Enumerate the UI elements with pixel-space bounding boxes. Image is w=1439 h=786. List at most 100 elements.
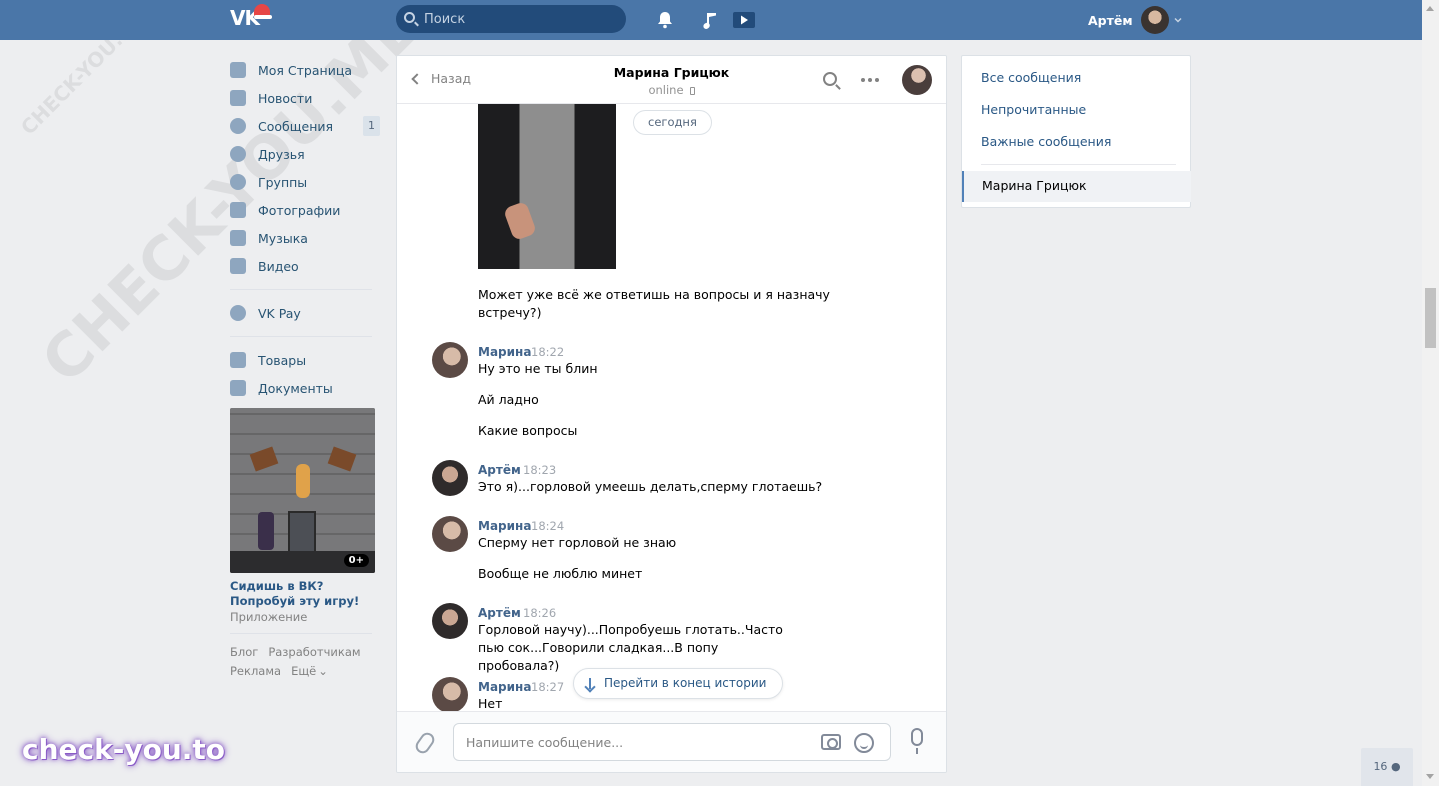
- ad-image-hero: [258, 512, 274, 550]
- search-input[interactable]: [424, 10, 614, 28]
- home-icon: [230, 62, 246, 78]
- more-options-icon[interactable]: [861, 78, 879, 82]
- peer-status: online: [397, 83, 946, 97]
- sidebar-item-label: Новости: [258, 90, 313, 106]
- music-note-icon[interactable]: [699, 9, 721, 31]
- footer-more-link[interactable]: Ещё: [291, 664, 316, 678]
- sidebar-item-label: Сообщения: [258, 118, 334, 134]
- active-conversation-label: Марина Грицюк: [982, 178, 1087, 193]
- age-rating-badge: 0+: [343, 554, 369, 567]
- search-box[interactable]: [396, 5, 626, 33]
- message-text: Ну это не ты блин: [478, 361, 598, 376]
- message-text: Горловой научу)...Попробуешь глотать..Ча…: [478, 622, 783, 673]
- message-author[interactable]: Артём: [478, 463, 521, 477]
- film-icon: [230, 258, 246, 274]
- message-text: Какие вопросы: [478, 423, 578, 438]
- divider: [230, 336, 372, 337]
- sidebar-item-label: VK Pay: [258, 305, 301, 321]
- message-input[interactable]: [466, 733, 806, 751]
- bell-icon[interactable]: [654, 9, 676, 31]
- sidebar-item-documents[interactable]: Документы: [230, 374, 380, 402]
- scroll-to-end-button[interactable]: Перейти в конец истории: [573, 668, 784, 699]
- sidebar-item-groups[interactable]: Группы: [230, 168, 380, 196]
- message-input-box[interactable]: [453, 723, 891, 761]
- message-author[interactable]: Марина: [478, 519, 531, 533]
- sidebar-item-label: Видео: [258, 258, 299, 274]
- filter-important[interactable]: Важные сообщения: [981, 134, 1111, 149]
- footer-links: Блог Разработчикам Реклама Ещё ⌄: [230, 643, 380, 681]
- messages-filter-menu: Все сообщения Непрочитанные Важные сообщ…: [961, 55, 1191, 208]
- chat-header: Назад Марина Грицюк online: [397, 56, 946, 104]
- camera-icon[interactable]: [821, 734, 841, 750]
- message-history[interactable]: сегодня Может уже всё же ответишь на воп…: [397, 104, 946, 712]
- music-icon: [230, 230, 246, 246]
- active-conversation-item[interactable]: Марина Грицюк: [962, 171, 1191, 202]
- sidebar-item-vkpay[interactable]: VK Pay: [230, 299, 380, 327]
- date-separator: сегодня: [633, 110, 712, 135]
- message-author[interactable]: Артём: [478, 606, 521, 620]
- message-time: 18:27: [531, 680, 565, 694]
- avatar[interactable]: [432, 603, 468, 639]
- scroll-up-icon[interactable]: [1426, 6, 1434, 11]
- camera-icon: [230, 202, 246, 218]
- message-text: Может уже всё же ответишь на вопросы и я…: [478, 287, 830, 320]
- ad-game-image[interactable]: 0+: [230, 408, 375, 573]
- sidebar-item-label: Музыка: [258, 230, 308, 246]
- user-menu[interactable]: Артём: [1088, 4, 1183, 36]
- footer-blog-link[interactable]: Блог: [230, 645, 258, 659]
- divider: [230, 633, 372, 634]
- scroll-down-icon[interactable]: [1426, 774, 1434, 779]
- peer-avatar[interactable]: [902, 65, 932, 95]
- message-text: Ай ладно: [478, 392, 539, 407]
- ad-image-barrel: [288, 511, 316, 553]
- bag-icon: [230, 352, 246, 368]
- emoji-icon[interactable]: [854, 733, 874, 753]
- sidebar-item-friends[interactable]: Друзья: [230, 140, 380, 168]
- avatar[interactable]: [432, 516, 468, 552]
- friends-online-counter[interactable]: 16 ●: [1361, 748, 1413, 786]
- online-count: 16: [1373, 760, 1388, 773]
- avatar[interactable]: [432, 342, 468, 378]
- sidebar-item-messages[interactable]: Сообщения 1: [230, 112, 380, 140]
- message-author[interactable]: Марина: [478, 680, 531, 694]
- footer-ads-link[interactable]: Реклама: [230, 664, 281, 678]
- top-bar: VK Артём: [0, 0, 1422, 40]
- photo-hand: [502, 200, 538, 242]
- vk-logo[interactable]: VK: [230, 4, 272, 32]
- divider: [230, 289, 372, 290]
- microphone-icon[interactable]: [911, 728, 923, 754]
- search-icon[interactable]: [823, 72, 837, 86]
- search-icon: [404, 12, 415, 23]
- news-icon: [230, 90, 246, 106]
- sidebar-item-news[interactable]: Новости: [230, 84, 380, 112]
- message-time: 18:22: [531, 345, 565, 359]
- sidebar-item-label: Фотографии: [258, 202, 341, 218]
- ad-title-link[interactable]: Сидишь в ВК? Попробуй эту игру!: [230, 579, 375, 609]
- video-play-icon[interactable]: [732, 9, 756, 31]
- avatar[interactable]: [432, 677, 468, 712]
- ad-subtitle: Приложение: [230, 610, 308, 624]
- footer-developers-link[interactable]: Разработчикам: [268, 645, 360, 659]
- sidebar-item-label: Моя Страница: [258, 62, 352, 78]
- santa-hat-icon: [254, 4, 272, 19]
- photo-attachment[interactable]: [478, 104, 616, 269]
- scrollbar-thumb[interactable]: [1425, 288, 1436, 348]
- message-time: 18:26: [523, 606, 557, 620]
- sidebar-item-video[interactable]: Видео: [230, 252, 380, 280]
- sidebar-item-label: Товары: [258, 352, 307, 368]
- message-text: Вообще не люблю минет: [478, 566, 643, 581]
- avatar[interactable]: [432, 460, 468, 496]
- sidebar-item-photos[interactable]: Фотографии: [230, 196, 380, 224]
- page-scrollbar[interactable]: [1422, 0, 1439, 786]
- chevron-down-icon: [1174, 17, 1182, 23]
- filter-all-messages[interactable]: Все сообщения: [981, 70, 1081, 85]
- paperclip-icon[interactable]: [412, 729, 438, 757]
- brand-watermark: check-you.to: [22, 733, 226, 766]
- message-text: Это я)...горловой умеешь делать,сперму г…: [478, 479, 823, 494]
- vkpay-icon: [230, 305, 246, 321]
- sidebar-item-goods[interactable]: Товары: [230, 346, 380, 374]
- filter-unread[interactable]: Непрочитанные: [981, 102, 1086, 117]
- sidebar-item-my-page[interactable]: Моя Страница: [230, 56, 380, 84]
- message-author[interactable]: Марина: [478, 345, 531, 359]
- sidebar-item-music[interactable]: Музыка: [230, 224, 380, 252]
